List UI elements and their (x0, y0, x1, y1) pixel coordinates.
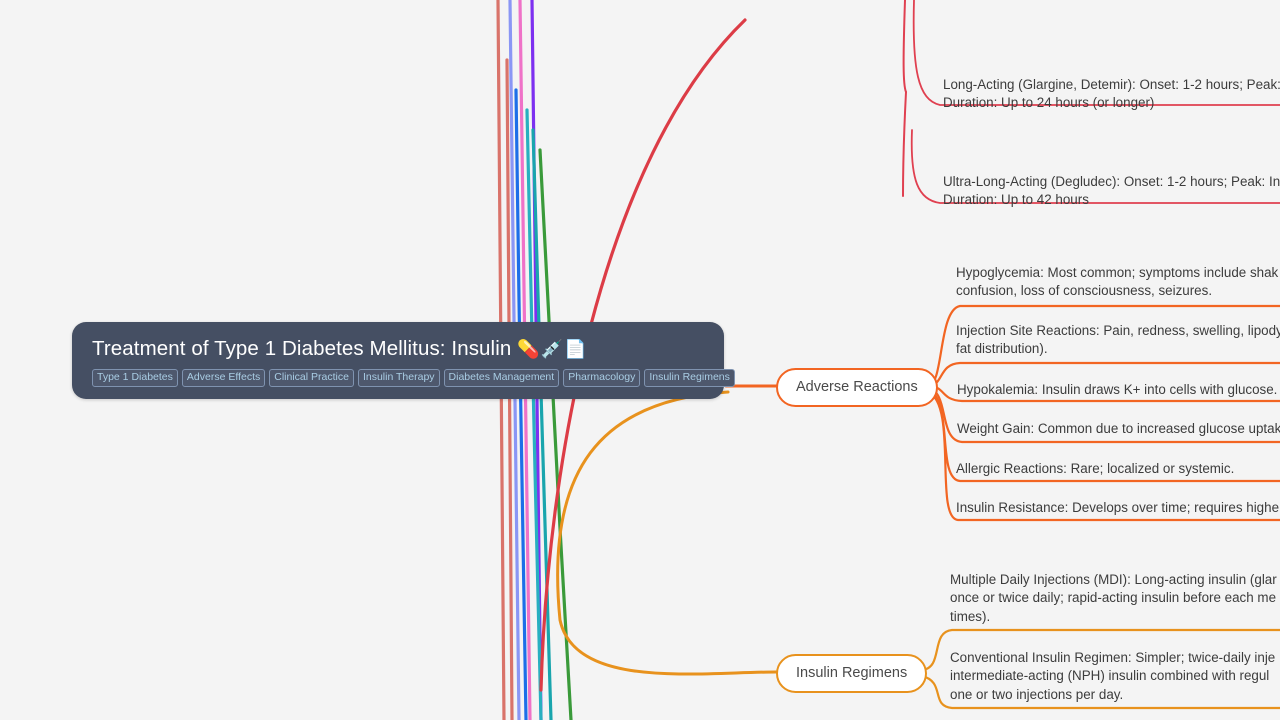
leaf-line: times). (950, 608, 991, 624)
root-title-emoji: 💊💉📄 (517, 339, 588, 359)
leaf-multiple-daily-injections[interactable]: Multiple Daily Injections (MDI): Long-ac… (950, 571, 1277, 626)
leaf-line: once or twice daily; rapid-acting insuli… (950, 590, 1277, 606)
leaf-hypokalemia[interactable]: Hypokalemia: Insulin draws K+ into cells… (957, 381, 1277, 399)
leaf-line: Hypoglycemia: Most common; symptoms incl… (956, 265, 1279, 280)
root-node[interactable]: Treatment of Type 1 Diabetes Mellitus: I… (72, 322, 735, 399)
leaf-line: intermediate-acting (NPH) insulin combin… (950, 668, 1270, 684)
leaf-line: confusion, loss of consciousness, seizur… (956, 283, 1213, 299)
leaf-line: Weight Gain: Common due to increased glu… (957, 421, 1280, 436)
root-tag[interactable]: Type 1 Diabetes (92, 369, 178, 387)
root-tag[interactable]: Adverse Effects (181, 369, 266, 387)
leaf-ultra-long-acting[interactable]: Ultra-Long-Acting (Degludec): Onset: 1-2… (943, 173, 1280, 210)
leaf-line: Multiple Daily Injections (MDI): Long-ac… (950, 572, 1277, 587)
leaf-line: Ultra-Long-Acting (Degludec): Onset: 1-2… (943, 174, 1280, 189)
leaf-line: fat distribution). (956, 341, 1048, 357)
leaf-line: Hypokalemia: Insulin draws K+ into cells… (957, 382, 1278, 397)
root-tag[interactable]: Clinical Practice (269, 369, 354, 387)
branch-node-adverse-reactions[interactable]: Adverse Reactions (776, 368, 938, 407)
leaf-weight-gain[interactable]: Weight Gain: Common due to increased glu… (957, 420, 1280, 438)
leaf-injection-site-reactions[interactable]: Injection Site Reactions: Pain, redness,… (956, 322, 1280, 359)
leaf-line: Allergic Reactions: Rare; localized or s… (956, 461, 1235, 476)
leaf-line: one or two injections per day. (950, 686, 1124, 702)
leaf-long-acting[interactable]: Long-Acting (Glargine, Detemir): Onset: … (943, 76, 1280, 113)
root-tag[interactable]: Insulin Therapy (357, 369, 440, 387)
leaf-allergic-reactions[interactable]: Allergic Reactions: Rare; localized or s… (956, 460, 1234, 478)
root-tag[interactable]: Insulin Regimens (644, 369, 735, 387)
leaf-line: Conventional Insulin Regimen: Simpler; t… (950, 650, 1276, 665)
leaf-conventional-insulin-regimen[interactable]: Conventional Insulin Regimen: Simpler; t… (950, 649, 1275, 704)
mindmap-canvas[interactable]: Treatment of Type 1 Diabetes Mellitus: I… (0, 0, 1280, 720)
root-tag[interactable]: Pharmacology (563, 369, 641, 387)
root-tag-list: Type 1 Diabetes Adverse Effects Clinical… (92, 369, 735, 387)
root-title: Treatment of Type 1 Diabetes Mellitus: I… (92, 336, 704, 362)
leaf-line: Injection Site Reactions: Pain, redness,… (956, 323, 1280, 338)
leaf-line: Insulin Resistance: Develops over time; … (956, 500, 1280, 515)
leaf-line: Long-Acting (Glargine, Detemir): Onset: … (943, 77, 1280, 92)
branch-node-insulin-regimens[interactable]: Insulin Regimens (776, 654, 928, 693)
root-title-text: Treatment of Type 1 Diabetes Mellitus: I… (92, 337, 512, 360)
branch-label: Insulin Regimens (796, 665, 908, 681)
leaf-hypoglycemia[interactable]: Hypoglycemia: Most common; symptoms incl… (956, 264, 1278, 301)
root-tag[interactable]: Diabetes Management (443, 369, 560, 387)
leaf-insulin-resistance[interactable]: Insulin Resistance: Develops over time; … (956, 499, 1279, 517)
branch-label: Adverse Reactions (796, 379, 918, 395)
leaf-line: Duration: Up to 42 hours (943, 192, 1089, 208)
leaf-line: Duration: Up to 24 hours (or longer) (943, 95, 1155, 111)
